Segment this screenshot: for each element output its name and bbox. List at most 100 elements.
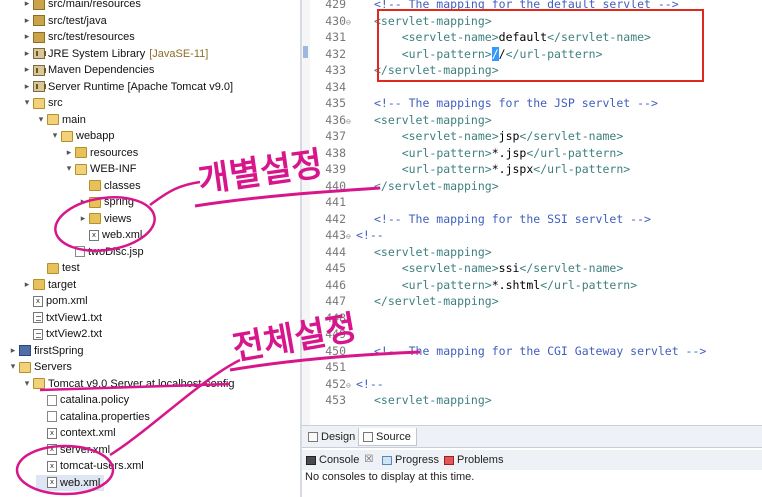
tree-item[interactable]: ▾ Servers bbox=[8, 359, 72, 376]
tab-source[interactable]: Source bbox=[358, 428, 417, 446]
chevron-right-icon[interactable]: ▸ bbox=[8, 343, 18, 360]
code-line[interactable]: 434 bbox=[310, 79, 374, 96]
code-text: <!-- The mappings for the JSP servlet --… bbox=[374, 96, 658, 110]
chevron-right-icon[interactable]: ▸ bbox=[22, 46, 32, 63]
code-line[interactable]: 442 <!-- The mapping for the SSI servlet … bbox=[310, 211, 651, 228]
chevron-right-icon[interactable]: ▸ bbox=[64, 145, 74, 162]
tree-item[interactable]: ▾ main bbox=[36, 112, 86, 129]
tree-item[interactable]: ▸ resources bbox=[64, 145, 139, 162]
library-icon bbox=[33, 48, 46, 60]
line-number: 450 bbox=[325, 343, 346, 358]
code-text: <url-pattern>*.shtml</url-pattern> bbox=[401, 277, 638, 292]
tab-design-label: Design bbox=[321, 431, 356, 443]
library-icon bbox=[33, 81, 46, 93]
chevron-down-icon[interactable]: ▾ bbox=[36, 112, 46, 129]
tab-source-label: Source bbox=[376, 430, 411, 443]
chevron-right-icon[interactable]: ▸ bbox=[22, 79, 32, 96]
tree-item[interactable]: ▾ webapp bbox=[50, 128, 115, 145]
code-line[interactable]: 441 bbox=[310, 194, 374, 211]
chevron-right-icon[interactable]: ▸ bbox=[22, 62, 32, 79]
tree-item-label: JRE System Library bbox=[48, 47, 146, 60]
code-line[interactable]: 438 <url-pattern>*.jsp</url-pattern> bbox=[310, 145, 623, 162]
chevron-right-icon[interactable]: ▸ bbox=[22, 29, 32, 46]
chevron-down-icon[interactable]: ▾ bbox=[50, 128, 60, 145]
tab-progress[interactable]: Progress bbox=[382, 451, 439, 469]
folder-icon bbox=[47, 262, 59, 274]
line-number: 448 bbox=[325, 310, 346, 325]
tree-item[interactable]: ▸ target bbox=[22, 277, 76, 294]
chevron-right-icon[interactable]: ▸ bbox=[22, 0, 32, 13]
code-line[interactable]: 453 <servlet-mapping> bbox=[310, 392, 492, 409]
code-line[interactable]: 450 <!-- The mapping for the CGI Gateway … bbox=[310, 343, 706, 360]
chevron-down-icon[interactable]: ▾ bbox=[22, 95, 32, 112]
tree-item[interactable]: ▸ Maven Dependencies bbox=[22, 62, 155, 79]
tree-item[interactable]: x tomcat-users.xml bbox=[36, 458, 144, 475]
code-line[interactable]: 439 <url-pattern>*.jspx</url-pattern> bbox=[310, 161, 630, 178]
tab-design[interactable]: Design bbox=[304, 428, 360, 446]
tree-item[interactable]: ▸ src/main/resources bbox=[22, 0, 141, 13]
tree-item[interactable]: x web.xml bbox=[78, 227, 142, 244]
code-line[interactable]: 449 bbox=[310, 326, 374, 343]
tree-item[interactable]: catalina.properties bbox=[36, 409, 150, 426]
code-line[interactable]: 435 <!-- The mappings for the JSP servlet… bbox=[310, 95, 658, 112]
tree-item[interactable]: ▸ src/test/resources bbox=[22, 29, 135, 46]
tree-item-label: src/main/resources bbox=[48, 0, 141, 10]
tab-problems[interactable]: Problems bbox=[444, 451, 503, 469]
line-number: 434 bbox=[325, 79, 346, 94]
tab-console[interactable]: Console ☒ bbox=[306, 451, 373, 469]
code-line[interactable]: 451 bbox=[310, 359, 374, 376]
tree-item[interactable]: ▸ spring bbox=[78, 194, 134, 211]
code-line[interactable]: 446 <url-pattern>*.shtml</url-pattern> bbox=[310, 277, 637, 294]
tree-item-label: txtView1.txt bbox=[46, 311, 103, 324]
tree-item[interactable]: classes bbox=[78, 178, 141, 195]
code-line[interactable]: 452⊖ <!-- bbox=[310, 376, 383, 393]
tree-item[interactable]: ▾ WEB-INF bbox=[64, 161, 137, 178]
xml-file-icon: x bbox=[47, 444, 57, 456]
tree-item[interactable]: twoDisc.jsp bbox=[64, 244, 144, 261]
code-line[interactable]: 448 bbox=[310, 310, 374, 327]
console-icon bbox=[306, 455, 316, 465]
chevron-down-icon[interactable]: ▾ bbox=[22, 376, 32, 393]
line-number: 439 bbox=[325, 162, 346, 176]
code-line[interactable]: 447 </servlet-mapping> bbox=[310, 293, 498, 310]
code-text: <servlet-mapping> bbox=[374, 393, 492, 407]
chevron-down-icon[interactable]: ▾ bbox=[64, 161, 74, 178]
folder-open-icon bbox=[47, 114, 59, 126]
chevron-right-icon[interactable]: ▸ bbox=[78, 211, 88, 228]
tree-item[interactable]: x server.xml bbox=[36, 442, 110, 459]
chevron-right-icon[interactable]: ▸ bbox=[22, 13, 32, 30]
line-number: 438 bbox=[325, 145, 346, 160]
close-icon[interactable]: ☒ bbox=[364, 451, 373, 469]
tree-item[interactable]: ▾ Tomcat v9.0 Server at localhost-config bbox=[22, 376, 235, 393]
code-line[interactable]: 437 <servlet-name>jsp</servlet-name> bbox=[310, 128, 623, 145]
code-line[interactable]: 436⊖ <servlet-mapping> bbox=[310, 112, 491, 129]
xml-file-icon: x bbox=[47, 477, 57, 489]
tree-item[interactable]: test bbox=[36, 260, 80, 277]
ruler-change-marker bbox=[303, 46, 308, 58]
tree-item-label: context.xml bbox=[60, 427, 116, 439]
tree-item[interactable]: ▸ firstSpring bbox=[8, 343, 84, 360]
tree-item[interactable]: ▸ Server Runtime [Apache Tomcat v9.0] bbox=[22, 79, 233, 96]
tree-item[interactable]: x pom.xml bbox=[22, 293, 88, 310]
tree-item[interactable]: ▸ JRE System Library [JavaSE-11] bbox=[22, 46, 209, 63]
tree-item[interactable]: catalina.policy bbox=[36, 392, 129, 409]
tree-item[interactable]: ▸ src/test/java bbox=[22, 13, 107, 30]
code-line[interactable]: 440 </servlet-mapping> bbox=[310, 178, 498, 195]
xml-file-icon: x bbox=[47, 427, 57, 439]
code-line[interactable]: 444 <servlet-mapping> bbox=[310, 244, 491, 261]
tree-item[interactable]: x context.xml bbox=[36, 425, 116, 442]
tree-item[interactable]: txtView1.txt bbox=[22, 310, 102, 327]
chevron-right-icon[interactable]: ▸ bbox=[78, 194, 88, 211]
tree-item-label: tomcat-users.xml bbox=[60, 460, 144, 472]
tree-item[interactable]: x web.xml bbox=[36, 474, 105, 491]
tree-item[interactable]: txtView2.txt bbox=[22, 326, 102, 343]
code-line[interactable]: 443⊖ <!-- bbox=[310, 227, 383, 244]
code-line[interactable]: 445 <servlet-name>ssi</servlet-name> bbox=[310, 260, 623, 277]
tree-item[interactable]: ▸ views bbox=[78, 211, 132, 228]
line-number: 449 bbox=[325, 327, 346, 341]
chevron-down-icon[interactable]: ▾ bbox=[8, 359, 18, 376]
chevron-right-icon[interactable]: ▸ bbox=[22, 277, 32, 294]
tree-item[interactable]: ▾ src bbox=[22, 95, 63, 112]
file-icon bbox=[47, 411, 57, 423]
tree-item-label: web.xml bbox=[60, 476, 101, 489]
